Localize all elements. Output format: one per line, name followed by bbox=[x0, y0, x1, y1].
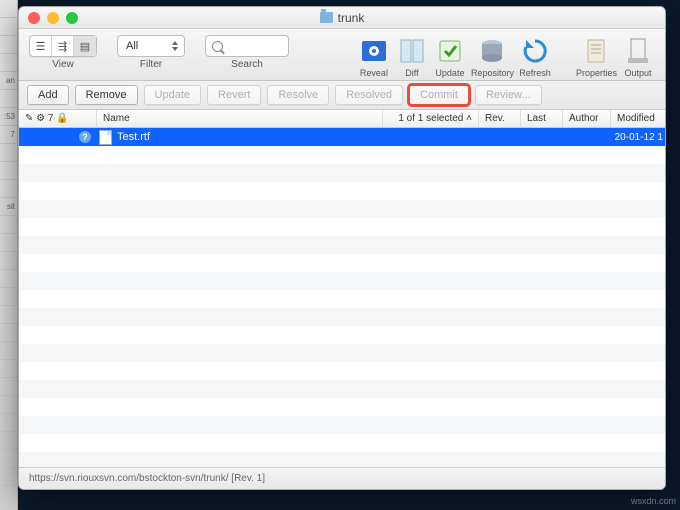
file-list[interactable]: ? Test.rtf 20-01-12 1 bbox=[19, 128, 665, 467]
view-column-icon[interactable]: ▤ bbox=[74, 36, 96, 56]
update-action-button[interactable]: Update bbox=[144, 85, 201, 105]
col-last[interactable]: Last bbox=[521, 110, 563, 127]
resolve-button[interactable]: Resolve bbox=[267, 85, 329, 105]
file-name: Test.rtf bbox=[117, 131, 150, 143]
col-selected[interactable]: 1 of 1 selected ˄ bbox=[383, 110, 479, 127]
resolved-button[interactable]: Resolved bbox=[335, 85, 403, 105]
search-label: Search bbox=[231, 59, 263, 70]
search-input[interactable] bbox=[205, 35, 289, 57]
properties-button[interactable]: Properties bbox=[576, 35, 617, 78]
reveal-icon bbox=[359, 36, 389, 66]
status-unknown-icon: ? bbox=[79, 131, 91, 143]
titlebar[interactable]: trunk bbox=[19, 7, 665, 29]
refresh-icon bbox=[520, 36, 550, 66]
view-mode-segment[interactable]: ☰ ⇶ ▤ bbox=[29, 35, 97, 57]
status-text: https://svn.riouxsvn.com/bstockton-svn/t… bbox=[29, 473, 265, 484]
col-modified[interactable]: Modified bbox=[611, 110, 665, 127]
status-bar: https://svn.riouxsvn.com/bstockton-svn/t… bbox=[19, 467, 665, 489]
search-icon bbox=[212, 41, 223, 52]
app-window: trunk ☰ ⇶ ▤ View All Filter Search Revea… bbox=[18, 6, 666, 490]
output-icon bbox=[623, 36, 653, 66]
action-button-row: Add Remove Update Revert Resolve Resolve… bbox=[19, 81, 665, 110]
folder-icon bbox=[320, 12, 333, 23]
remove-button[interactable]: Remove bbox=[75, 85, 138, 105]
review-button[interactable]: Review... bbox=[475, 85, 542, 105]
col-name[interactable]: Name bbox=[97, 110, 383, 127]
toolbar: ☰ ⇶ ▤ View All Filter Search Reveal Diff bbox=[19, 29, 665, 81]
diff-icon bbox=[397, 36, 427, 66]
add-button[interactable]: Add bbox=[27, 85, 69, 105]
update-button[interactable]: Update bbox=[433, 35, 467, 78]
watermark: wsxdn.com bbox=[631, 496, 676, 506]
reveal-button[interactable]: Reveal bbox=[357, 35, 391, 78]
file-icon bbox=[99, 130, 112, 145]
col-flags[interactable]: ✎ ⚙ 7 🔒 bbox=[19, 110, 97, 127]
filter-select[interactable]: All bbox=[117, 35, 185, 57]
column-header[interactable]: ✎ ⚙ 7 🔒 Name 1 of 1 selected ˄ Rev. Last… bbox=[19, 110, 665, 128]
repository-button[interactable]: Repository bbox=[471, 35, 514, 78]
modified-date: 20-01-12 1 bbox=[611, 132, 665, 143]
window-title: trunk bbox=[19, 11, 665, 25]
properties-icon bbox=[581, 36, 611, 66]
repository-icon bbox=[477, 36, 507, 66]
view-tree-icon[interactable]: ⇶ bbox=[52, 36, 74, 56]
update-icon bbox=[435, 36, 465, 66]
revert-button[interactable]: Revert bbox=[207, 85, 261, 105]
view-label: View bbox=[52, 59, 74, 70]
view-flat-icon[interactable]: ☰ bbox=[30, 36, 52, 56]
background-sheet: an :537 sit bbox=[0, 0, 18, 510]
col-author[interactable]: Author bbox=[563, 110, 611, 127]
commit-button[interactable]: Commit bbox=[409, 85, 469, 105]
diff-button[interactable]: Diff bbox=[395, 35, 429, 78]
filter-label: Filter bbox=[140, 59, 162, 70]
table-row[interactable]: ? Test.rtf 20-01-12 1 bbox=[19, 128, 665, 146]
output-button[interactable]: Output bbox=[621, 35, 655, 78]
refresh-button[interactable]: Refresh bbox=[518, 35, 552, 78]
col-rev[interactable]: Rev. bbox=[479, 110, 521, 127]
